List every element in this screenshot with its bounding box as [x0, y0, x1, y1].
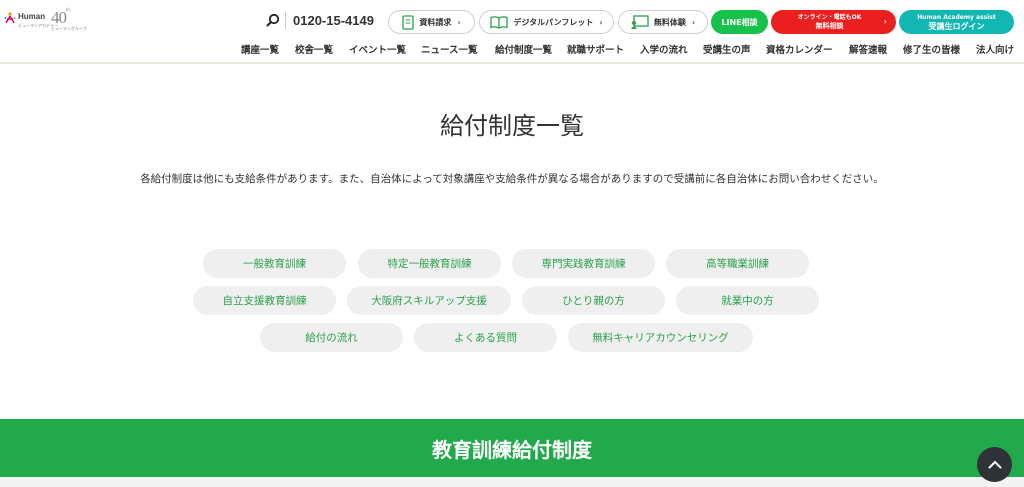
site-logo[interactable]: Human ヒューマンアカデミー 40th ヒューマングループ	[4, 8, 87, 36]
chip-independence-support[interactable]: 自立支援教育訓練	[193, 286, 336, 315]
nav-item-schools[interactable]: 校舎一覧	[295, 42, 333, 56]
site-header: Human ヒューマンアカデミー 40th ヒューマングループ 0120-15-…	[0, 0, 1024, 64]
phone-number[interactable]: 0120-15-4149	[285, 12, 374, 29]
main-nav: 講座一覧 校舎一覧 イベント一覧 ニュース一覧 給付制度一覧 就職サポート 入学…	[0, 42, 1024, 56]
student-login-button[interactable]: Human Academy assist 受講生ログイン	[899, 10, 1014, 34]
scroll-to-top-button[interactable]	[977, 447, 1012, 482]
chip-professional-training[interactable]: 専門実践教育訓練	[512, 249, 655, 278]
digital-pamphlet-label: デジタルパンフレット	[513, 17, 594, 27]
nav-item-testimonials[interactable]: 受講生の声	[703, 42, 751, 56]
free-consult-label: 無料相談	[815, 22, 844, 30]
free-trial-label: 無料体験	[653, 17, 686, 27]
chip-general-training[interactable]: 一般教育訓練	[203, 249, 346, 278]
section-body-top	[0, 477, 1024, 487]
page-title: 給付制度一覧	[440, 112, 584, 140]
chip-benefit-flow[interactable]: 給付の流れ	[260, 323, 403, 352]
search-icon[interactable]	[266, 13, 280, 27]
chevron-right-icon: ›	[883, 17, 887, 26]
line-consult-button[interactable]: LINE相談	[711, 10, 768, 34]
chevron-right-icon: ›	[457, 17, 461, 27]
document-request-button[interactable]: 資料請求 ›	[388, 10, 475, 34]
student-login-sub-label: Human Academy assist	[917, 14, 996, 21]
chip-advanced-vocational-training[interactable]: 高等職業訓練	[666, 249, 809, 278]
nav-item-corporate[interactable]: 法人向け	[976, 42, 1014, 56]
chip-osaka-skill-up[interactable]: 大阪府スキルアップ支援	[347, 286, 511, 315]
chip-employed[interactable]: 就業中の方	[676, 286, 819, 315]
logo-group: ヒューマングループ	[51, 26, 87, 31]
chip-single-parent[interactable]: ひとり親の方	[522, 286, 665, 315]
nav-item-career-support[interactable]: 就職サポート	[567, 42, 624, 56]
nav-item-news[interactable]: ニュース一覧	[421, 42, 478, 56]
digital-pamphlet-button[interactable]: デジタルパンフレット ›	[479, 10, 614, 34]
nav-item-enrollment[interactable]: 入学の流れ	[640, 42, 688, 56]
document-icon	[402, 14, 414, 30]
chip-faq[interactable]: よくある質問	[414, 323, 557, 352]
book-icon	[490, 15, 508, 29]
chip-specific-general-training[interactable]: 特定一般教育訓練	[358, 249, 501, 278]
nav-item-answers[interactable]: 解答速報	[849, 42, 887, 56]
logo-mark-icon	[4, 12, 16, 24]
chevron-right-icon: ›	[599, 17, 603, 27]
logo-brand: Human	[18, 12, 46, 21]
section-title: 教育訓練給付制度	[432, 438, 592, 462]
logo-anniversary-suffix: th	[66, 8, 70, 13]
free-consult-button[interactable]: オンライン・電話もOK 無料相談 ›	[771, 10, 896, 34]
nav-item-events[interactable]: イベント一覧	[349, 42, 406, 56]
nav-item-benefits[interactable]: 給付制度一覧	[495, 42, 552, 56]
free-trial-button[interactable]: 無料体験 ›	[618, 10, 708, 34]
chevron-up-icon	[988, 460, 1001, 469]
student-login-label: 受講生ログイン	[928, 22, 985, 31]
nav-item-courses[interactable]: 講座一覧	[241, 42, 279, 56]
nav-item-graduates[interactable]: 修了生の皆様	[903, 42, 960, 56]
page-description: 各給付制度は他にも支給条件があります。また、自治体によって対象講座や支給条件が異…	[140, 173, 884, 185]
chevron-right-icon: ›	[691, 17, 696, 27]
nav-item-exam-calendar[interactable]: 資格カレンダー	[766, 42, 833, 56]
free-consult-sub-label: オンライン・電話もOK	[797, 14, 862, 21]
document-request-label: 資料請求	[419, 17, 452, 27]
logo-anniversary-number: 40	[51, 8, 67, 27]
presentation-icon	[630, 15, 649, 29]
chip-career-counseling[interactable]: 無料キャリアカウンセリング	[568, 323, 753, 352]
logo-anniversary: 40th	[51, 8, 70, 28]
line-consult-label: LINE相談	[721, 17, 758, 27]
